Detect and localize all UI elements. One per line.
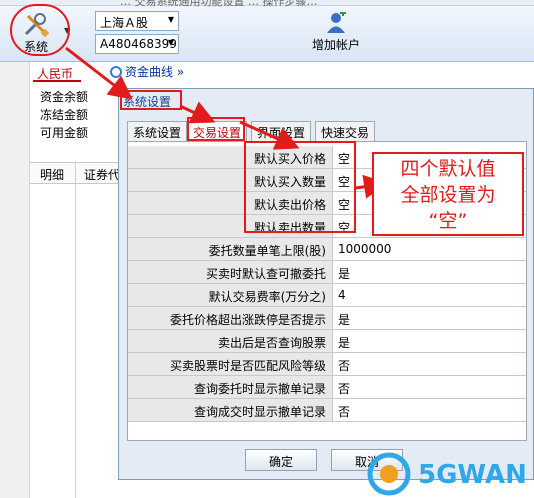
annotation-arrows (65, 46, 388, 199)
arrow-to-defaults (239, 120, 300, 150)
arrow-to-tab (179, 101, 216, 124)
callout-line: 四个默认值 (400, 158, 496, 180)
watermark-text: 5GWAN (418, 460, 527, 490)
watermark: 5GWAN (366, 450, 534, 498)
arrow-to-title (65, 46, 133, 100)
callout-line: “空” (428, 210, 468, 232)
watermark-logo-icon (367, 452, 411, 496)
annotation-callout: 四个默认值 全部设置为 “空” (372, 152, 524, 236)
callout-line: 全部设置为 (400, 184, 496, 206)
